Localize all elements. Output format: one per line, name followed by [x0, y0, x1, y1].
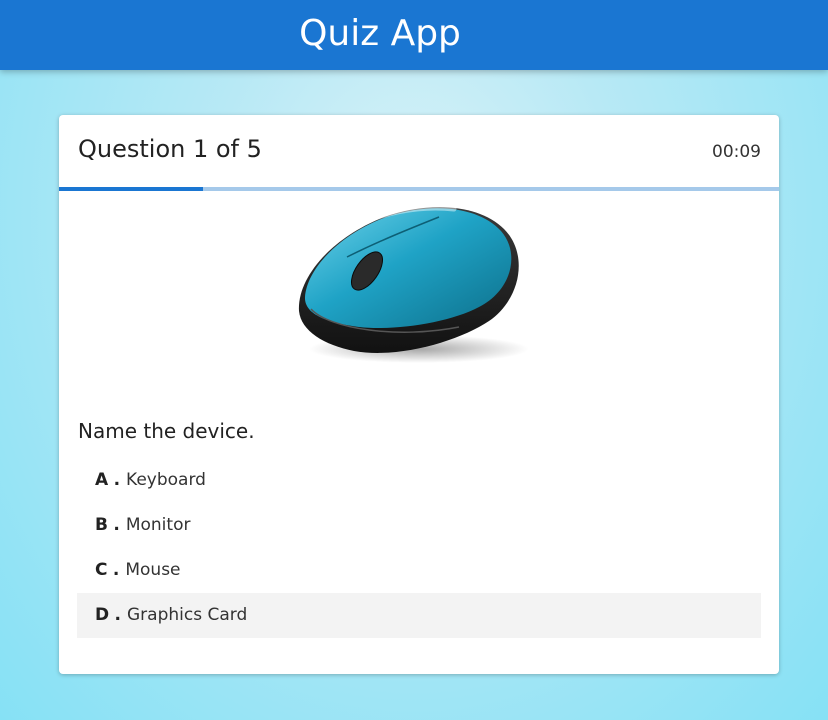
- card-header: Question 1 of 5 00:09: [59, 115, 779, 187]
- progress-bar: [59, 187, 779, 191]
- mouse-image: [289, 199, 549, 369]
- option-text: Keyboard: [126, 470, 206, 490]
- computer-mouse-icon: [298, 205, 529, 363]
- option-separator: .: [113, 515, 120, 535]
- option-a[interactable]: A . Keyboard: [77, 458, 761, 503]
- option-b[interactable]: B . Monitor: [77, 503, 761, 548]
- question-text: Name the device.: [78, 419, 255, 443]
- option-d[interactable]: D . Graphics Card: [77, 593, 761, 638]
- option-c[interactable]: C . Mouse: [77, 548, 761, 593]
- option-letter: B: [95, 515, 108, 535]
- progress-fill: [59, 187, 203, 191]
- options-list: A . Keyboard B . Monitor C . Mouse D . Graph…: [77, 458, 761, 638]
- option-letter: C: [95, 560, 108, 580]
- option-text: Monitor: [125, 515, 191, 535]
- app-title: Quiz App: [299, 13, 461, 54]
- timer: 00:09: [712, 142, 761, 162]
- option-letter: D: [95, 605, 110, 625]
- option-separator: .: [113, 470, 121, 490]
- option-separator: .: [114, 605, 121, 625]
- quiz-card: Question 1 of 5 00:09 Name the device. A…: [59, 115, 779, 674]
- question-counter: Question 1 of 5: [78, 135, 262, 163]
- app-header: Quiz App: [0, 0, 828, 70]
- option-separator: .: [112, 560, 120, 580]
- option-letter: A: [95, 470, 109, 490]
- option-text: Mouse: [125, 560, 181, 580]
- option-text: Graphics Card: [127, 605, 248, 625]
